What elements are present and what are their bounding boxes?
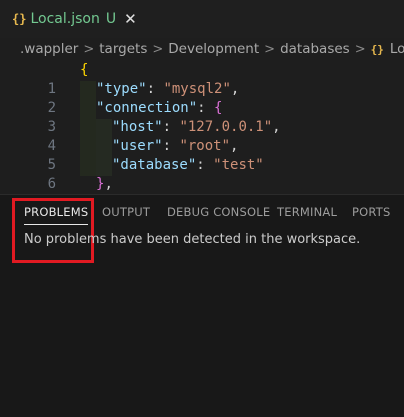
close-icon[interactable]: ✕ xyxy=(124,10,137,28)
problems-message: No problems have been detected in the wo… xyxy=(24,232,361,247)
json-key: "user" xyxy=(112,138,163,154)
json-file-icon: {} xyxy=(370,42,384,56)
code-line: 4 "host": "127.0.0.1", xyxy=(0,118,404,154)
tab-filename: Local.json xyxy=(30,11,100,27)
json-comma: , xyxy=(230,138,239,154)
breadcrumb: .wappler > targets > Development > datab… xyxy=(0,38,404,60)
code-editor[interactable]: 1 { 2 "type": "mysql2", 3 "connection": … xyxy=(0,60,404,194)
code-line: 6 "database": "test" xyxy=(0,156,404,192)
json-comma: , xyxy=(272,119,281,135)
editor-tab-bar: {} Local.json U ✕ xyxy=(0,0,404,38)
json-colon: : xyxy=(196,157,214,173)
code-line: 1 { xyxy=(0,61,404,97)
code-line: 7 }, xyxy=(0,175,404,194)
bottom-panel: PROBLEMS OUTPUT DEBUG CONSOLE TERMINAL P… xyxy=(0,194,404,417)
breadcrumb-separator: > xyxy=(354,41,366,57)
breadcrumb-separator: > xyxy=(264,41,276,57)
json-value: "root" xyxy=(179,138,231,154)
editor-tab-local-json[interactable]: {} Local.json U ✕ xyxy=(0,0,137,38)
json-comma: , xyxy=(230,81,240,97)
breadcrumb-item-wappler[interactable]: .wappler xyxy=(20,41,78,57)
json-value: "127.0.0.1" xyxy=(179,119,273,135)
breadcrumb-separator: > xyxy=(83,41,95,57)
json-colon: : xyxy=(197,100,215,116)
annotation-highlight-box xyxy=(12,198,94,263)
json-brace: { xyxy=(214,100,223,116)
code-line: 2 "type": "mysql2", xyxy=(0,80,404,116)
breadcrumb-item-targets[interactable]: targets xyxy=(99,41,147,57)
json-comma: , xyxy=(104,176,113,192)
tab-debug-console[interactable]: DEBUG CONSOLE xyxy=(167,205,270,219)
json-key: "database" xyxy=(112,157,197,173)
json-key: "type" xyxy=(96,81,147,97)
json-brace: { xyxy=(80,62,89,78)
tab-ports[interactable]: PORTS xyxy=(352,205,390,219)
json-value: "test" xyxy=(213,157,264,173)
breadcrumb-item-databases[interactable]: databases xyxy=(280,41,350,57)
json-key: "connection" xyxy=(96,100,198,116)
untracked-status-badge: U xyxy=(105,11,117,27)
json-colon: : xyxy=(162,138,180,154)
breadcrumb-item-local-json[interactable]: Local.json xyxy=(390,41,404,57)
json-colon: : xyxy=(146,81,164,97)
code-line: 3 "connection": { xyxy=(0,99,404,135)
json-key: "host" xyxy=(112,119,163,135)
breadcrumb-item-development[interactable]: Development xyxy=(168,41,259,57)
tab-terminal[interactable]: TERMINAL xyxy=(277,205,337,219)
json-colon: : xyxy=(162,119,180,135)
json-file-icon: {} xyxy=(12,12,27,26)
breadcrumb-separator: > xyxy=(152,41,164,57)
tab-output[interactable]: OUTPUT xyxy=(102,205,150,219)
code-line: 5 "user": "root", xyxy=(0,137,404,173)
json-value: "mysql2" xyxy=(163,81,231,97)
